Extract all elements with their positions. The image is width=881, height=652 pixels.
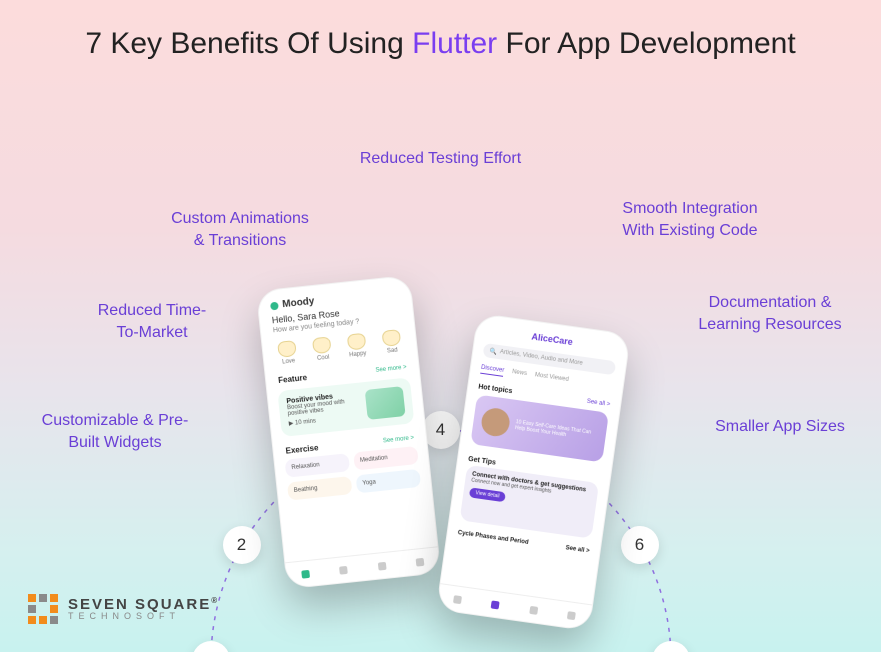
benefit-node-1: 1 bbox=[192, 641, 230, 652]
leaf-icon bbox=[269, 301, 278, 310]
emoji-icon bbox=[346, 333, 366, 351]
see-more-link: See more > bbox=[382, 435, 414, 444]
cycle-title: Cycle Phases and Period bbox=[457, 530, 529, 546]
exercise-item: Beathing bbox=[286, 476, 352, 501]
tab-icon bbox=[453, 595, 462, 604]
benefit-label-3: Custom Animations & Transitions bbox=[150, 208, 330, 251]
brand-logo: SEVEN SQUARE® TECHNOSOFT bbox=[28, 594, 219, 624]
benefit-node-2: 2 bbox=[223, 526, 261, 564]
tab-discover: Discover bbox=[480, 365, 504, 377]
feature-illustration bbox=[364, 386, 405, 420]
benefit-label-5: Smooth Integration With Existing Code bbox=[580, 198, 800, 241]
tips-title: Get Tips bbox=[467, 456, 496, 467]
title-suffix: For App Development bbox=[497, 27, 796, 60]
exercise-section-title: Exercise bbox=[285, 443, 319, 455]
tab-icon bbox=[491, 600, 500, 609]
exercise-item: Yoga bbox=[355, 469, 421, 494]
mood-item: Happy bbox=[341, 332, 372, 359]
phone-mockup-moody: Moody Hello, Sara Rose How are you feeli… bbox=[255, 275, 441, 590]
see-all-link: See all > bbox=[586, 399, 610, 409]
see-all-link: See all > bbox=[565, 545, 590, 554]
tab-icon bbox=[415, 557, 424, 566]
tab-icon bbox=[301, 569, 310, 578]
avatar bbox=[479, 406, 511, 438]
hot-topics-title: Hot topics bbox=[477, 384, 512, 396]
title-accent: Flutter bbox=[412, 27, 497, 60]
logo-icon bbox=[28, 594, 58, 624]
benefit-label-2: Reduced Time- To-Market bbox=[82, 300, 222, 343]
mood-item: Sad bbox=[375, 329, 406, 356]
emoji-icon bbox=[312, 336, 332, 354]
feature-card-meta: 10 mins bbox=[294, 418, 316, 426]
tab-bar bbox=[285, 546, 440, 588]
benefit-node-7: 7 bbox=[652, 641, 690, 652]
tab-icon bbox=[528, 605, 537, 614]
tab-icon bbox=[339, 565, 348, 574]
registered-icon: ® bbox=[211, 596, 219, 605]
phone-mockup-alicecare: AliceCare 🔍 Articles, Video, Audio and M… bbox=[435, 313, 630, 632]
tab-icon bbox=[377, 561, 386, 570]
benefit-label-4: Reduced Testing Effort bbox=[0, 148, 881, 170]
hero-text: 10 Easy Self-Care Ideas That Can Help Bo… bbox=[508, 418, 598, 442]
tab-news: News bbox=[511, 369, 527, 380]
phone-b-brand: AliceCare bbox=[530, 331, 573, 347]
tab-most-viewed: Most Viewed bbox=[534, 372, 569, 386]
benefit-label-7: Smaller App Sizes bbox=[700, 416, 860, 438]
benefit-node-6: 6 bbox=[621, 526, 659, 564]
title-prefix: 7 Key Benefits Of Using bbox=[85, 27, 412, 60]
phone-a-brand: Moody bbox=[281, 296, 314, 310]
view-detail-button: View detail bbox=[468, 487, 505, 502]
tab-bar bbox=[437, 583, 592, 630]
feature-section-title: Feature bbox=[277, 373, 307, 385]
emoji-icon bbox=[381, 329, 401, 347]
benefit-label-6: Documentation & Learning Resources bbox=[680, 292, 860, 335]
logo-line2: TECHNOSOFT bbox=[68, 612, 219, 621]
phone-mockups: Moody Hello, Sara Rose How are you feeli… bbox=[271, 292, 611, 612]
emoji-icon bbox=[277, 340, 297, 358]
tab-icon bbox=[566, 611, 575, 620]
mood-item: Love bbox=[272, 339, 303, 366]
page-title: 7 Key Benefits Of Using Flutter For App … bbox=[0, 24, 881, 65]
mood-item: Cool bbox=[306, 336, 337, 363]
see-more-link: See more > bbox=[375, 364, 407, 373]
benefit-label-1: Customizable & Pre- Built Widgets bbox=[30, 410, 200, 453]
